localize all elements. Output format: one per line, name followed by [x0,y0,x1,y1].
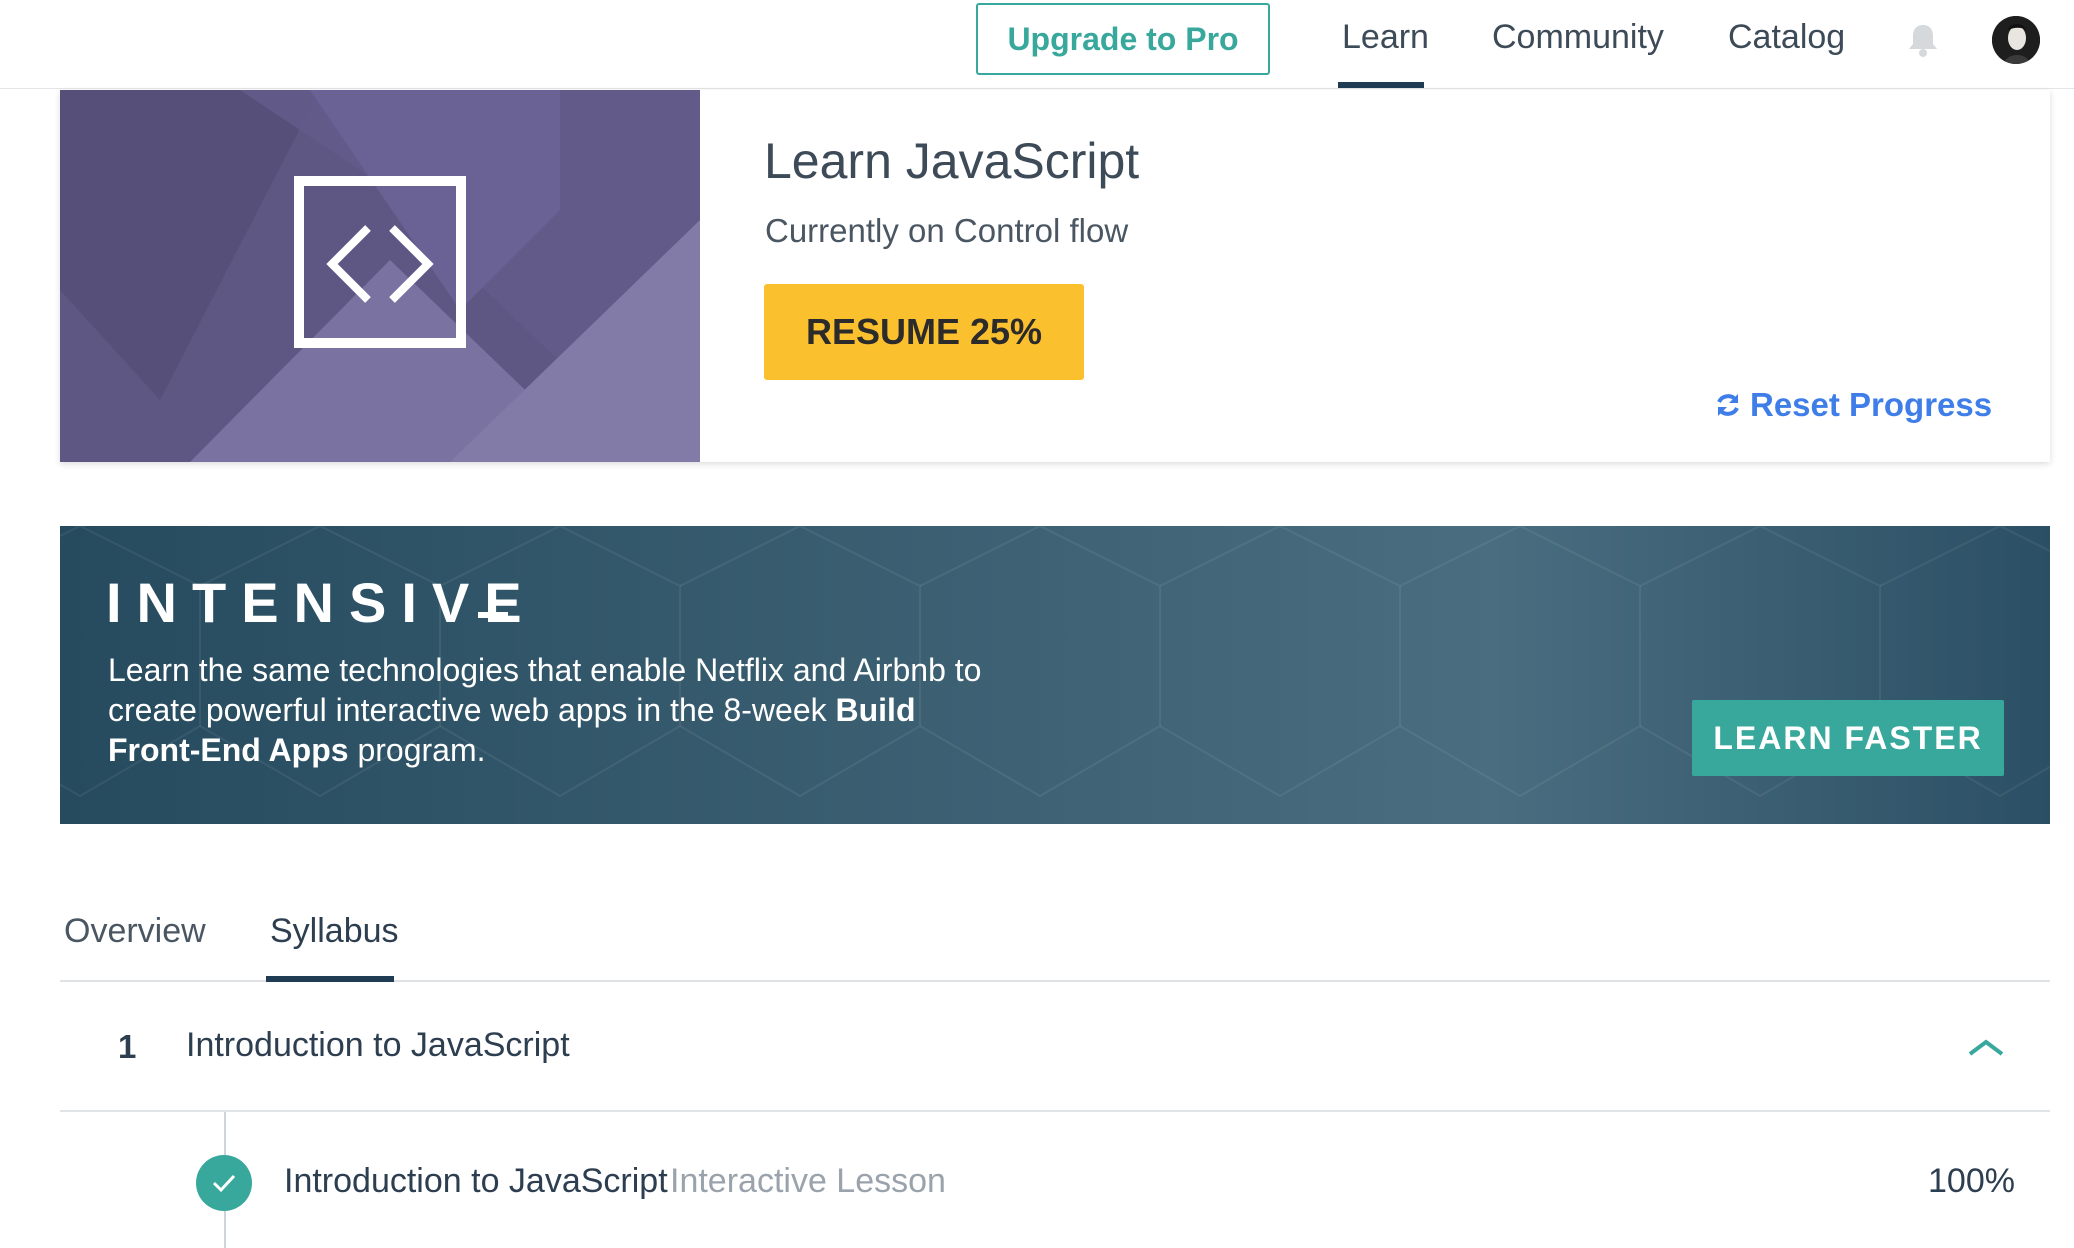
chevron-up-icon[interactable] [1966,1036,2006,1060]
course-image [60,90,700,462]
course-card: Learn JavaScript Currently on Control fl… [60,90,2050,462]
unit-divider [60,1110,2050,1112]
nav-link-catalog[interactable]: Catalog [1728,18,1845,57]
banner-title: INTENSIVE [106,571,537,634]
tab-overview[interactable]: Overview [64,912,206,951]
learn-faster-button[interactable]: LEARN FASTER [1692,700,2004,776]
tab-syllabus[interactable]: Syllabus [270,912,399,951]
top-navigation: Upgrade to Pro Learn Community Catalog [0,0,2074,89]
code-brackets-icon [294,176,466,348]
banner-description: Learn the same technologies that enable … [108,650,1008,770]
reset-progress-link[interactable]: Reset Progress [1714,386,1992,424]
user-avatar[interactable] [1992,16,2040,64]
reset-progress-label: Reset Progress [1750,386,1993,423]
tab-active-indicator [266,976,394,982]
refresh-icon [1717,394,1739,416]
course-current-lesson: Currently on Control flow [765,212,1129,249]
resume-button[interactable]: RESUME 25% [764,284,1084,380]
lesson-complete-badge [196,1155,252,1211]
nav-link-learn[interactable]: Learn [1342,18,1429,57]
nav-active-indicator [1338,82,1424,88]
avatar-image [1992,16,2040,64]
unit-title[interactable]: Introduction to JavaScript [186,1026,570,1065]
bell-icon[interactable] [1906,22,1940,58]
unit-number: 1 [118,1028,137,1065]
upgrade-to-pro-button[interactable]: Upgrade to Pro [976,3,1270,75]
lesson-type: Interactive Lesson [670,1162,946,1200]
banner-title-accent [478,612,508,618]
course-title: Learn JavaScript [764,133,1140,189]
intensive-banner: INTENSIVE Learn the same technologies th… [60,526,2050,824]
checkmark-icon [212,1174,236,1193]
lesson-progress: 100% [1928,1162,2015,1200]
nav-link-community[interactable]: Community [1492,18,1664,57]
banner-text-part-2: program. [348,732,486,768]
lesson-title[interactable]: Introduction to JavaScript [284,1162,668,1201]
